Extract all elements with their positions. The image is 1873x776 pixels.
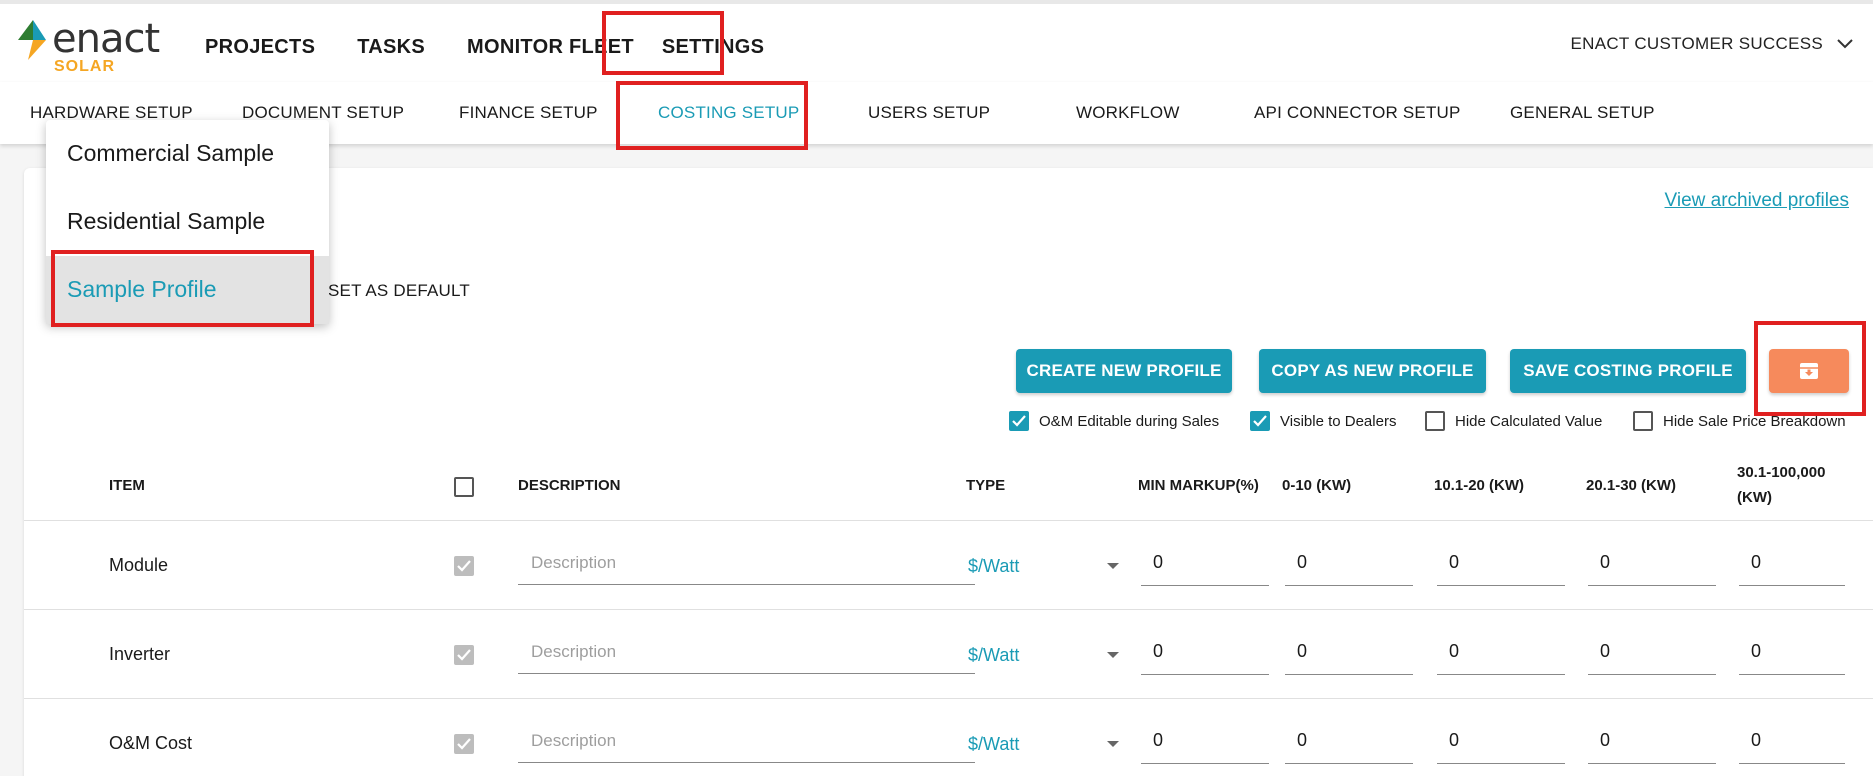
tier-10-20-input[interactable]: 0 [1437,546,1565,586]
user-menu[interactable]: ENACT CUSTOMER SUCCESS [1570,34,1853,54]
caret-down-icon[interactable] [1107,563,1119,569]
header-tier-30-100000: 30.1-100,000 [1737,464,1826,481]
description-input[interactable]: Description [518,636,975,674]
row-item-name: Inverter [109,644,171,664]
set-as-default-button[interactable]: SET AS DEFAULT [328,281,470,301]
copy-as-new-profile-button[interactable]: COPY AS NEW PROFILE [1259,349,1486,393]
nav-projects[interactable]: PROJECTS [205,26,315,69]
row-checkbox [454,645,474,665]
header-tier-20-30: 20.1-30 (KW) [1586,477,1677,494]
row-item-name: Module [109,555,169,575]
tab-api-connector-setup[interactable]: API CONNECTOR SETUP [1254,103,1461,123]
tier-20-30-input[interactable]: 0 [1588,724,1716,764]
header-item: ITEM [109,477,145,494]
tier-20-30-input[interactable]: 0 [1588,635,1716,675]
tab-finance-setup[interactable]: FINANCE SETUP [459,103,598,123]
type-select[interactable]: $/Watt [968,556,1148,577]
description-input[interactable]: Description [518,725,975,763]
tier-30-100000-input[interactable]: 0 [1739,724,1845,764]
row-checkbox [454,556,474,576]
archive-profile-button[interactable] [1769,349,1849,393]
profile-dropdown-menu: Commercial Sample Residential Sample Sam… [46,120,329,324]
checkbox-om-editable[interactable] [1009,411,1029,431]
chevron-down-icon [1837,39,1853,49]
tier-20-30-input[interactable]: 0 [1588,546,1716,586]
table-row: O&M Cost Description $/Watt 0 0 0 0 0 [24,699,1873,776]
header-tier-10-20: 10.1-20 (KW) [1434,477,1525,494]
option-om-editable-label: O&M Editable during Sales [1039,412,1220,430]
table-row: Module Description $/Watt 0 0 0 0 0 [24,521,1873,610]
table-row: Inverter Description $/Watt 0 0 0 0 0 [24,610,1873,699]
option-hide-calculated-value-label: Hide Calculated Value [1455,412,1603,430]
option-hide-calculated-value[interactable]: Hide Calculated Value [1425,411,1602,431]
logo-subtext: SOLAR [54,58,115,75]
type-select[interactable]: $/Watt [968,734,1148,755]
row-item-name: O&M Cost [109,733,193,753]
tier-10-20-input[interactable]: 0 [1437,635,1565,675]
option-hide-sale-price-breakdown[interactable]: Hide Sale Price Breakdown [1633,411,1846,431]
min-markup-input[interactable]: 0 [1141,724,1269,764]
nav-monitor-fleet[interactable]: MONITOR FLEET [467,26,634,69]
tier-30-100000-input[interactable]: 0 [1739,546,1845,586]
archive-icon [1800,363,1818,379]
view-archived-profiles-link[interactable]: View archived profiles [1665,190,1849,212]
tab-workflow[interactable]: WORKFLOW [1076,103,1180,123]
checkbox-visible-to-dealers[interactable] [1250,411,1270,431]
type-select[interactable]: $/Watt [968,645,1148,666]
tab-users-setup[interactable]: USERS SETUP [868,103,990,123]
header-type: TYPE [966,477,1006,494]
tier-30-100000-input[interactable]: 0 [1739,635,1845,675]
option-visible-to-dealers-label: Visible to Dealers [1280,412,1397,430]
nav-tasks[interactable]: TASKS [357,26,425,69]
tier-0-10-input[interactable]: 0 [1285,724,1413,764]
tab-costing-setup[interactable]: COSTING SETUP [658,103,799,123]
save-costing-profile-button[interactable]: SAVE COSTING PROFILE [1510,349,1746,393]
tab-general-setup[interactable]: GENERAL SETUP [1510,103,1655,123]
option-hide-sale-price-breakdown-label: Hide Sale Price Breakdown [1663,412,1846,430]
header-min-markup: MIN MARKUP(%) [1138,477,1259,494]
tier-0-10-input[interactable]: 0 [1285,635,1413,675]
caret-down-icon[interactable] [1107,741,1119,747]
top-bar: enact SOLAR PROJECTS TASKS MONITOR FLEET… [0,0,1873,82]
tier-10-20-input[interactable]: 0 [1437,724,1565,764]
description-input[interactable]: Description [518,547,975,585]
option-om-editable[interactable]: O&M Editable during Sales [1009,411,1219,431]
logo-text: enact [52,16,160,62]
header-description: DESCRIPTION [518,477,621,494]
tier-0-10-input[interactable]: 0 [1285,546,1413,586]
min-markup-input[interactable]: 0 [1141,635,1269,675]
header-tier-30-100000-unit: (KW) [1737,489,1772,506]
user-name: ENACT CUSTOMER SUCCESS [1570,34,1823,53]
profile-option-commercial-sample[interactable]: Commercial Sample [46,120,329,188]
checkbox-hide-sale-price-breakdown[interactable] [1633,411,1653,431]
profile-option-sample-profile[interactable]: Sample Profile [46,256,329,324]
header-tier-0-10: 0-10 (KW) [1282,477,1352,494]
table-header: ITEM DESCRIPTION TYPE MIN MARKUP(%) 0-10… [24,455,1873,521]
main-nav: PROJECTS TASKS MONITOR FLEET SETTINGS [205,26,806,69]
create-new-profile-button[interactable]: CREATE NEW PROFILE [1016,349,1232,393]
min-markup-input[interactable]: 0 [1141,546,1269,586]
nav-settings[interactable]: SETTINGS [662,26,764,69]
row-checkbox [454,734,474,754]
option-visible-to-dealers[interactable]: Visible to Dealers [1250,411,1396,431]
caret-down-icon[interactable] [1107,652,1119,658]
select-all-checkbox[interactable] [454,477,474,497]
enact-logo[interactable]: enact SOLAR [18,14,168,75]
profile-option-residential-sample[interactable]: Residential Sample [46,188,329,256]
enact-leaf-icon [18,20,46,60]
checkbox-hide-calculated-value[interactable] [1425,411,1445,431]
